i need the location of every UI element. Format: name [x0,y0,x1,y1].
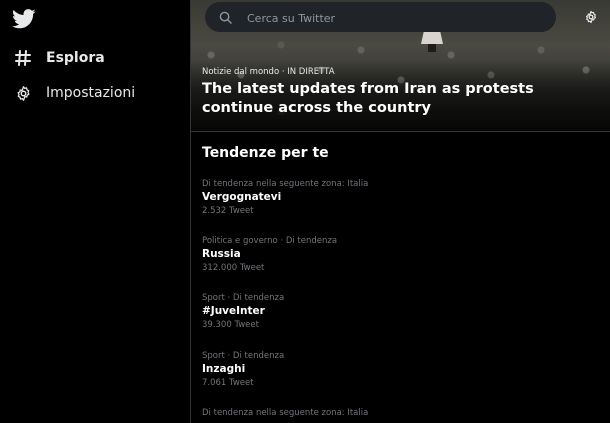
sidebar-item-impostazioni[interactable]: Impostazioni [14,81,135,105]
trend-count: 2.532 Tweet [202,206,254,216]
trend-name: Vergognatevi [202,191,282,203]
trend-context: Sport · Di tendenza [202,293,285,303]
hero-meta: Notizie dal mondo · IN DIRETTA [202,67,335,77]
section-divider [191,131,610,132]
trends-heading: Tendenze per te [202,145,329,161]
search-bar[interactable] [205,2,556,34]
trend-name: #JuveInter [202,305,265,317]
hashtag-icon [14,49,32,67]
trend-item[interactable]: Di tendenza nella seguente zona: Italia [191,408,610,423]
trend-item[interactable]: Di tendenza nella seguente zona: Italia … [191,179,610,235]
trend-context: Politica e governo · Di tendenza [202,236,338,246]
trend-item[interactable]: Politica e governo · Di tendenza Russia … [191,236,610,292]
sidebar-item-label: Impostazioni [46,85,136,101]
trend-name: Russia [202,248,241,260]
main-column: Notizie dal mondo · IN DIRETTA The lates… [191,0,610,423]
search-input[interactable] [245,2,549,34]
gear-icon[interactable] [584,10,598,24]
trend-count: 312.000 Tweet [202,263,265,273]
trend-item[interactable]: Sport · Di tendenza Inzaghi 7.061 Tweet [191,351,610,407]
trend-count: 7.061 Tweet [202,378,254,388]
sidebar-item-esplora[interactable]: Esplora [14,46,105,70]
trend-context: Sport · Di tendenza [202,351,285,361]
gear-icon [14,84,32,102]
trend-item[interactable]: Sport · Di tendenza #JuveInter 39.300 Tw… [191,293,610,349]
trend-count: 39.300 Tweet [202,320,259,330]
trend-context: Di tendenza nella seguente zona: Italia [202,408,369,418]
hero-headline[interactable]: The latest updates from Iran as protests… [202,80,602,118]
sidebar-item-label: Esplora [46,50,105,66]
search-icon [219,11,232,24]
sidebar: Esplora Impostazioni [0,0,190,423]
twitter-bird-icon[interactable] [12,8,36,30]
trend-context: Di tendenza nella seguente zona: Italia [202,179,369,189]
trend-name: Inzaghi [202,363,246,375]
